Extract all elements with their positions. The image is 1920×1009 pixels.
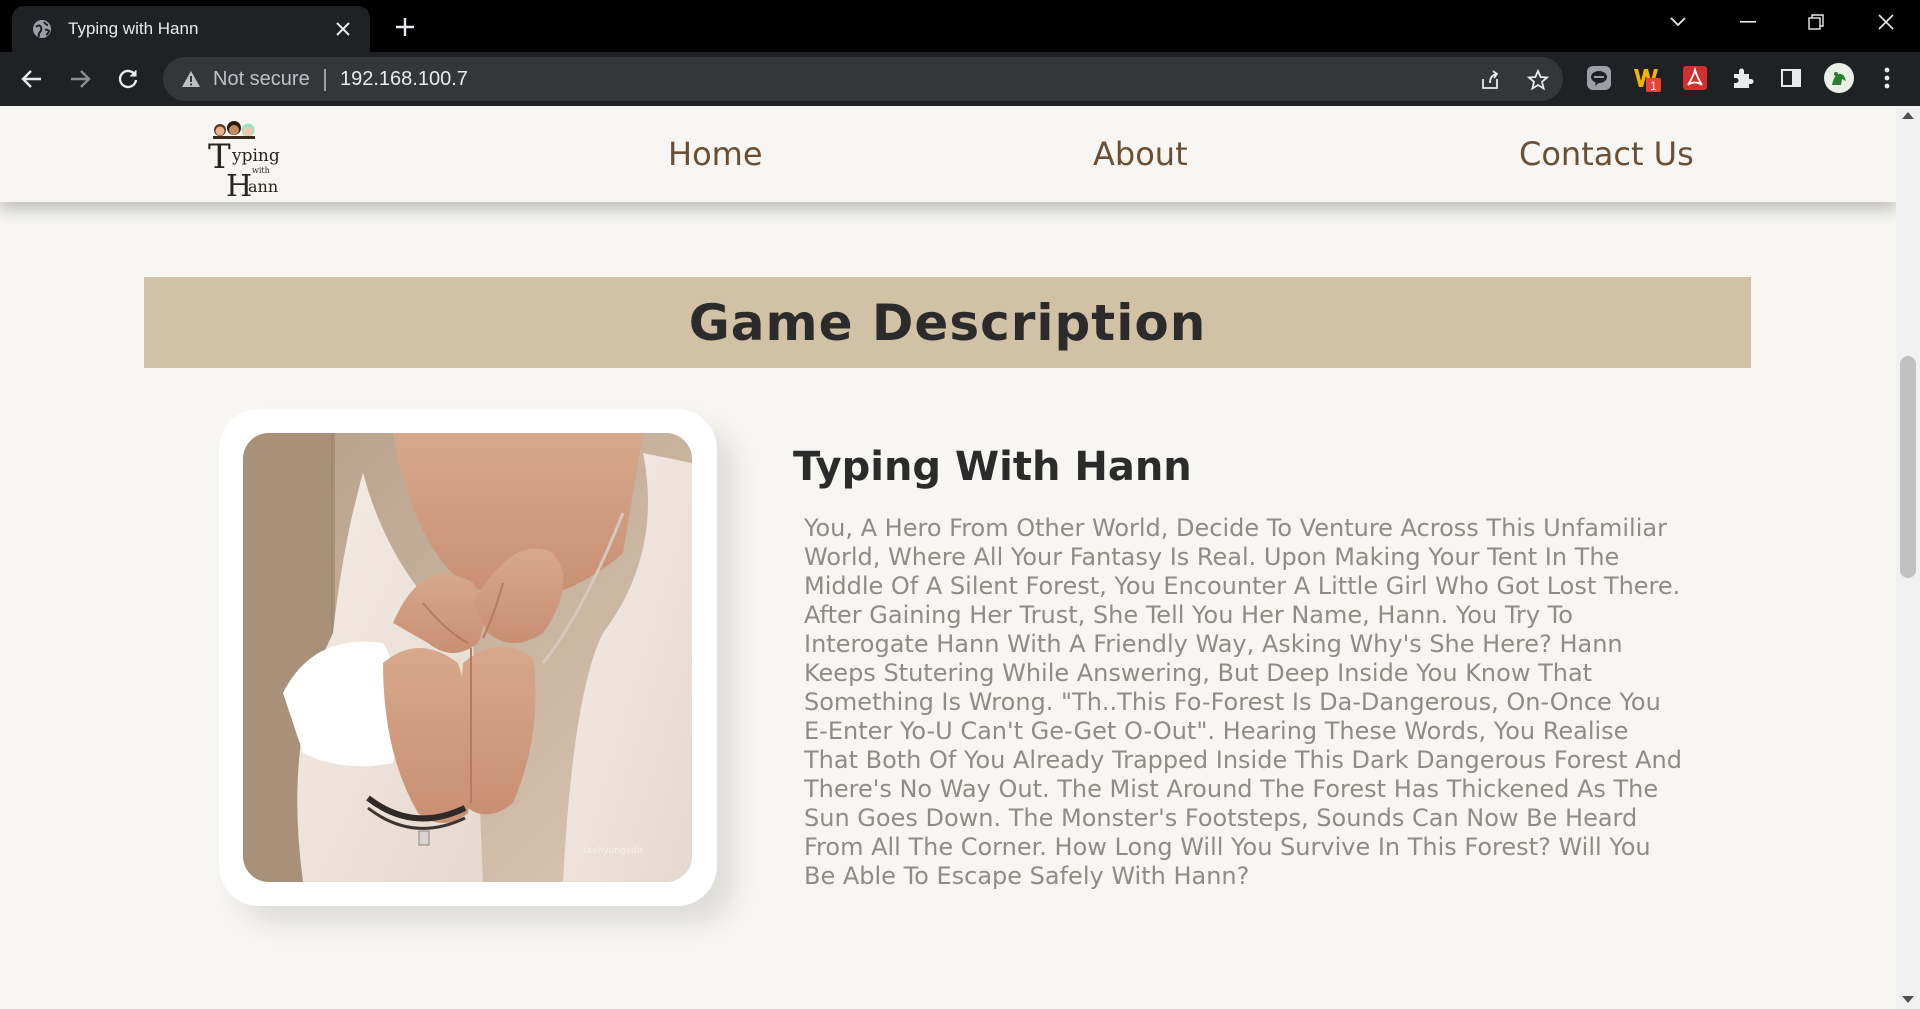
reload-icon[interactable] — [110, 61, 146, 97]
kebab-menu-icon[interactable] — [1872, 63, 1902, 93]
scroll-down-arrow-icon[interactable] — [1902, 996, 1914, 1003]
address-bar[interactable]: Not secure 192.168.100.7 — [163, 57, 1563, 101]
office-extension-icon[interactable]: 1 — [1632, 63, 1662, 93]
share-icon[interactable] — [1477, 67, 1503, 93]
logo-word-yping: yping — [231, 146, 280, 166]
plus-icon[interactable] — [390, 12, 420, 42]
restore-icon[interactable] — [1788, 0, 1844, 44]
logo-word-ann: ann — [248, 177, 278, 196]
close-icon[interactable] — [330, 16, 356, 42]
address-divider — [324, 69, 326, 91]
address-url[interactable]: 192.168.100.7 — [340, 57, 468, 101]
star-icon[interactable] — [1525, 67, 1551, 93]
photo-card: taehyungedit — [219, 409, 717, 906]
browser-tab-bar: Typing with Hann — [0, 0, 1920, 52]
nav-about-link[interactable]: About — [1093, 106, 1188, 202]
globe-icon — [32, 19, 52, 39]
section-title: Game Description — [688, 293, 1207, 352]
game-title: Typing With Hann — [793, 444, 1192, 490]
game-description: You, A Hero From Other World, Decide To … — [804, 514, 1683, 890]
arrow-right-icon[interactable] — [62, 61, 98, 97]
scrollbar-thumb[interactable] — [1900, 356, 1916, 578]
pdf-extension-icon[interactable] — [1680, 63, 1710, 93]
page-viewport: T yping with H ann Home About Contact Us… — [0, 106, 1896, 1009]
chevron-down-icon[interactable] — [1650, 0, 1706, 44]
warning-icon — [181, 69, 201, 89]
chat-extension-icon[interactable] — [1584, 63, 1614, 93]
game-photo: taehyungedit — [243, 433, 692, 882]
window-close-icon[interactable] — [1858, 0, 1914, 44]
side-panel-icon[interactable] — [1776, 63, 1806, 93]
photo-watermark: taehyungedit — [583, 846, 643, 856]
arrow-left-icon[interactable] — [14, 61, 50, 97]
browser-tab[interactable]: Typing with Hann — [12, 6, 370, 52]
tab-title: Typing with Hann — [68, 19, 199, 38]
scroll-up-arrow-icon[interactable] — [1902, 112, 1914, 119]
minimize-icon[interactable] — [1720, 0, 1776, 44]
site-logo[interactable]: T yping with H ann — [208, 116, 296, 204]
puzzle-icon[interactable] — [1728, 63, 1758, 93]
logo-word-with: with — [252, 166, 270, 175]
page-scrollbar[interactable] — [1896, 106, 1920, 1009]
section-banner: Game Description — [144, 277, 1751, 368]
extension-badge: 1 — [1650, 79, 1657, 93]
profile-avatar-icon[interactable] — [1824, 63, 1854, 93]
nav-contact-link[interactable]: Contact Us — [1519, 106, 1694, 202]
security-label[interactable]: Not secure — [213, 57, 310, 101]
site-header: T yping with H ann Home About Contact Us — [0, 106, 1896, 204]
nav-home-link[interactable]: Home — [668, 106, 763, 202]
